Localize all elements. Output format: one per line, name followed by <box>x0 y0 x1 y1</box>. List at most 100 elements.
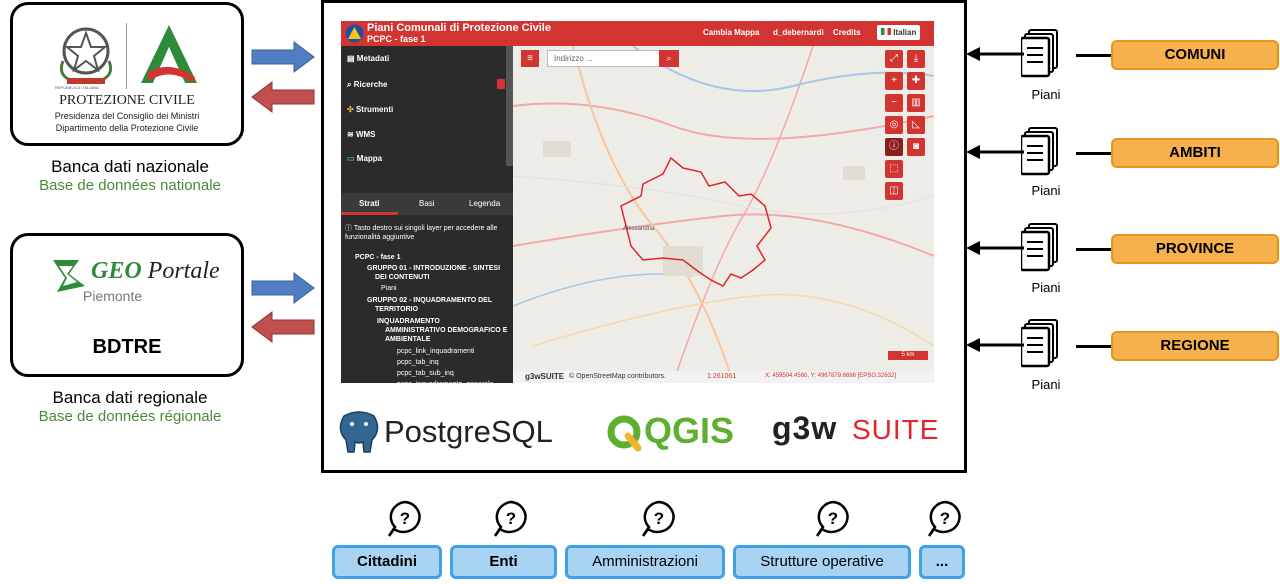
sidebar-item-wms[interactable]: ≋ WMS <box>347 130 376 139</box>
protezione-civile-badge-icon <box>345 24 364 43</box>
user-strutture-operative: Strutture operative <box>733 545 911 579</box>
svg-text:?: ? <box>400 509 410 528</box>
tree-item[interactable]: GRUPPO 02 - INQUADRAMENTO DEL <box>367 296 492 305</box>
piani-label: Piani <box>1031 377 1061 392</box>
language-select[interactable]: Italian <box>877 25 921 40</box>
tree-item[interactable]: GRUPPO 01 - INTRODUZIONE - SINTESI <box>367 264 500 273</box>
svg-text:?: ? <box>828 509 838 528</box>
map-footer: g3wSUITE © OpenStreetMap contributors. 1… <box>513 371 934 383</box>
level-connector <box>1076 345 1111 348</box>
svg-text:?: ? <box>654 509 664 528</box>
question-bubble-icon: ? <box>927 500 961 537</box>
app-subtitle: PCPC - fase 1 <box>367 34 426 44</box>
search-icon[interactable]: ⌕ <box>659 50 679 67</box>
zoom-out-icon[interactable]: − <box>885 94 903 112</box>
info-icon: ⓘ <box>345 225 354 232</box>
download-icon[interactable]: ⤓ <box>907 50 925 68</box>
sidebar-item-mappa[interactable]: ▭ Mappa <box>347 154 382 163</box>
address-search-input[interactable]: Indirizzo ... <box>547 50 673 67</box>
measure-icon[interactable]: ◺ <box>907 116 925 134</box>
arrow-from-app-regional-icon <box>251 311 315 343</box>
map-menu-button[interactable]: ≡ <box>521 50 539 67</box>
protezione-civile-line1: Presidenza del Consiglio dei Ministri <box>54 111 200 121</box>
question-bubble-icon: ? <box>493 500 527 537</box>
zoom-in-icon[interactable]: + <box>885 72 903 90</box>
user-amministrazioni: Amministrazioni <box>565 545 725 579</box>
info-message: Tasto destro sui singoli layer per acced… <box>345 225 498 241</box>
sidebar-item-ricerche[interactable]: ⌕ Ricerche <box>347 80 388 90</box>
geoportale-geo: GEO <box>91 258 142 284</box>
calculator-icon <box>497 79 505 89</box>
tab-legenda[interactable]: Legenda <box>469 199 500 208</box>
protezione-civile-line2: Dipartimento della Protezione Civile <box>55 123 199 133</box>
webgis-app-screenshot: Piani Comunali di Protezione Civile PCPC… <box>341 21 934 383</box>
menu-user[interactable]: d_debernardi <box>773 28 824 37</box>
tree-item[interactable]: INQUADRAMENTO <box>377 317 440 326</box>
tree-item[interactable]: pcpc_inquadramento_generale <box>397 380 494 383</box>
piani-label: Piani <box>1031 87 1061 102</box>
menu-cambia-mappa[interactable]: Cambia Mappa <box>703 28 759 37</box>
sidebar-label: Ricerche <box>353 80 388 89</box>
italy-flag-icon <box>881 28 891 35</box>
footer-brand: g3wSUITE <box>525 372 565 381</box>
map-view[interactable]: ≡ Indirizzo ... ⌕ Alessandria ⤢ ⤓ + ✚ − … <box>513 46 934 383</box>
add-layer-icon[interactable]: ✚ <box>907 72 925 90</box>
fullscreen-icon[interactable]: ⤢ <box>885 50 903 68</box>
menu-credits[interactable]: Credits <box>833 28 861 37</box>
zoom-extent-icon[interactable]: ◎ <box>885 116 903 134</box>
regional-db-box: GEO Portale Piemonte BDTRE <box>10 233 244 377</box>
tree-item: TERRITORIO <box>375 306 419 313</box>
suite-logo-text: SUITE <box>852 414 940 445</box>
svg-text:?: ? <box>940 509 950 528</box>
bdtre-label: BDTRE <box>92 336 162 358</box>
app-title: Piani Comunali di Protezione Civile <box>367 22 551 34</box>
level-connector <box>1076 54 1111 57</box>
tree-item[interactable]: pcpc_tab_sub_inq <box>397 369 454 378</box>
user-cittadini: Cittadini <box>332 545 442 579</box>
tree-item[interactable]: pcpc_tab_inq <box>397 358 439 367</box>
national-caption-fr: Base de données nationale <box>39 177 221 194</box>
g3w-logo-text: g3w <box>772 410 838 446</box>
protezione-civile-logo-icon <box>141 25 197 83</box>
footer-scale[interactable]: 1:261061 <box>707 373 736 380</box>
sidebar-label: Metadati <box>356 54 390 63</box>
documents-icon <box>1021 223 1058 272</box>
level-regione: REGIONE <box>1111 331 1279 361</box>
geoportale-portale: Portale <box>147 258 220 284</box>
compare-icon[interactable]: ▥ <box>907 94 925 112</box>
national-db-box: REPUBBLICA ITALIANA PROTEZIONE CIVILE Pr… <box>10 2 244 146</box>
qgis-logo-text: QGIS <box>644 410 734 452</box>
user-enti: Enti <box>450 545 557 579</box>
tree-item[interactable]: Piani <box>381 284 397 293</box>
tab-strati[interactable]: Strati <box>359 199 379 208</box>
info-query-icon[interactable]: ⓘ <box>885 138 903 156</box>
tab-basi[interactable]: Basi <box>419 199 435 208</box>
level-connector <box>1076 248 1111 251</box>
app-sidebar: ▤ Metadati ⌕ Ricerche ✣ Strumenti ≋ WMS … <box>341 46 513 383</box>
sidebar-label: Mappa <box>356 154 383 163</box>
sidebar-scrollbar[interactable] <box>506 46 513 166</box>
italian-republic-emblem-icon <box>59 27 113 84</box>
arrow-from-app-national-icon <box>251 81 315 113</box>
sidebar-item-metadati[interactable]: ▤ Metadati <box>347 54 389 63</box>
qgis-q-icon <box>607 415 642 452</box>
query-box-icon[interactable]: ⬚ <box>885 160 903 178</box>
screenshot-icon[interactable]: ◙ <box>907 138 925 156</box>
piani-label: Piani <box>1031 280 1061 295</box>
tree-item: AMMINISTRATIVO DEMOGRAFICO E <box>385 327 508 334</box>
national-caption-it: Banca dati nazionale <box>51 157 209 176</box>
query-polygon-icon[interactable]: ◫ <box>885 182 903 200</box>
tab-strati-active-underline <box>341 212 398 215</box>
layer-tabs: Strati Basi Legenda <box>341 193 513 215</box>
tree-item[interactable]: PCPC - fase 1 <box>355 253 401 262</box>
arrow-to-app-regional-icon <box>251 272 315 304</box>
regional-caption: Banca dati regionale Base de données rég… <box>0 388 260 425</box>
logo-divider <box>126 23 127 89</box>
sidebar-item-strumenti[interactable]: ✣ Strumenti <box>347 105 393 114</box>
footer-attribution: © OpenStreetMap contributors. <box>569 373 666 380</box>
tree-item[interactable]: pcpc_link_inquadramenti <box>397 347 474 356</box>
regional-caption-fr: Base de données régionale <box>38 408 222 425</box>
arrow-into-platform-icon <box>966 241 1024 255</box>
footer-coordinates: X: 459504.4560, Y: 4967879.6696 [EPSG:32… <box>765 373 897 379</box>
postgresql-logo-text: PostgreSQL <box>384 414 553 449</box>
